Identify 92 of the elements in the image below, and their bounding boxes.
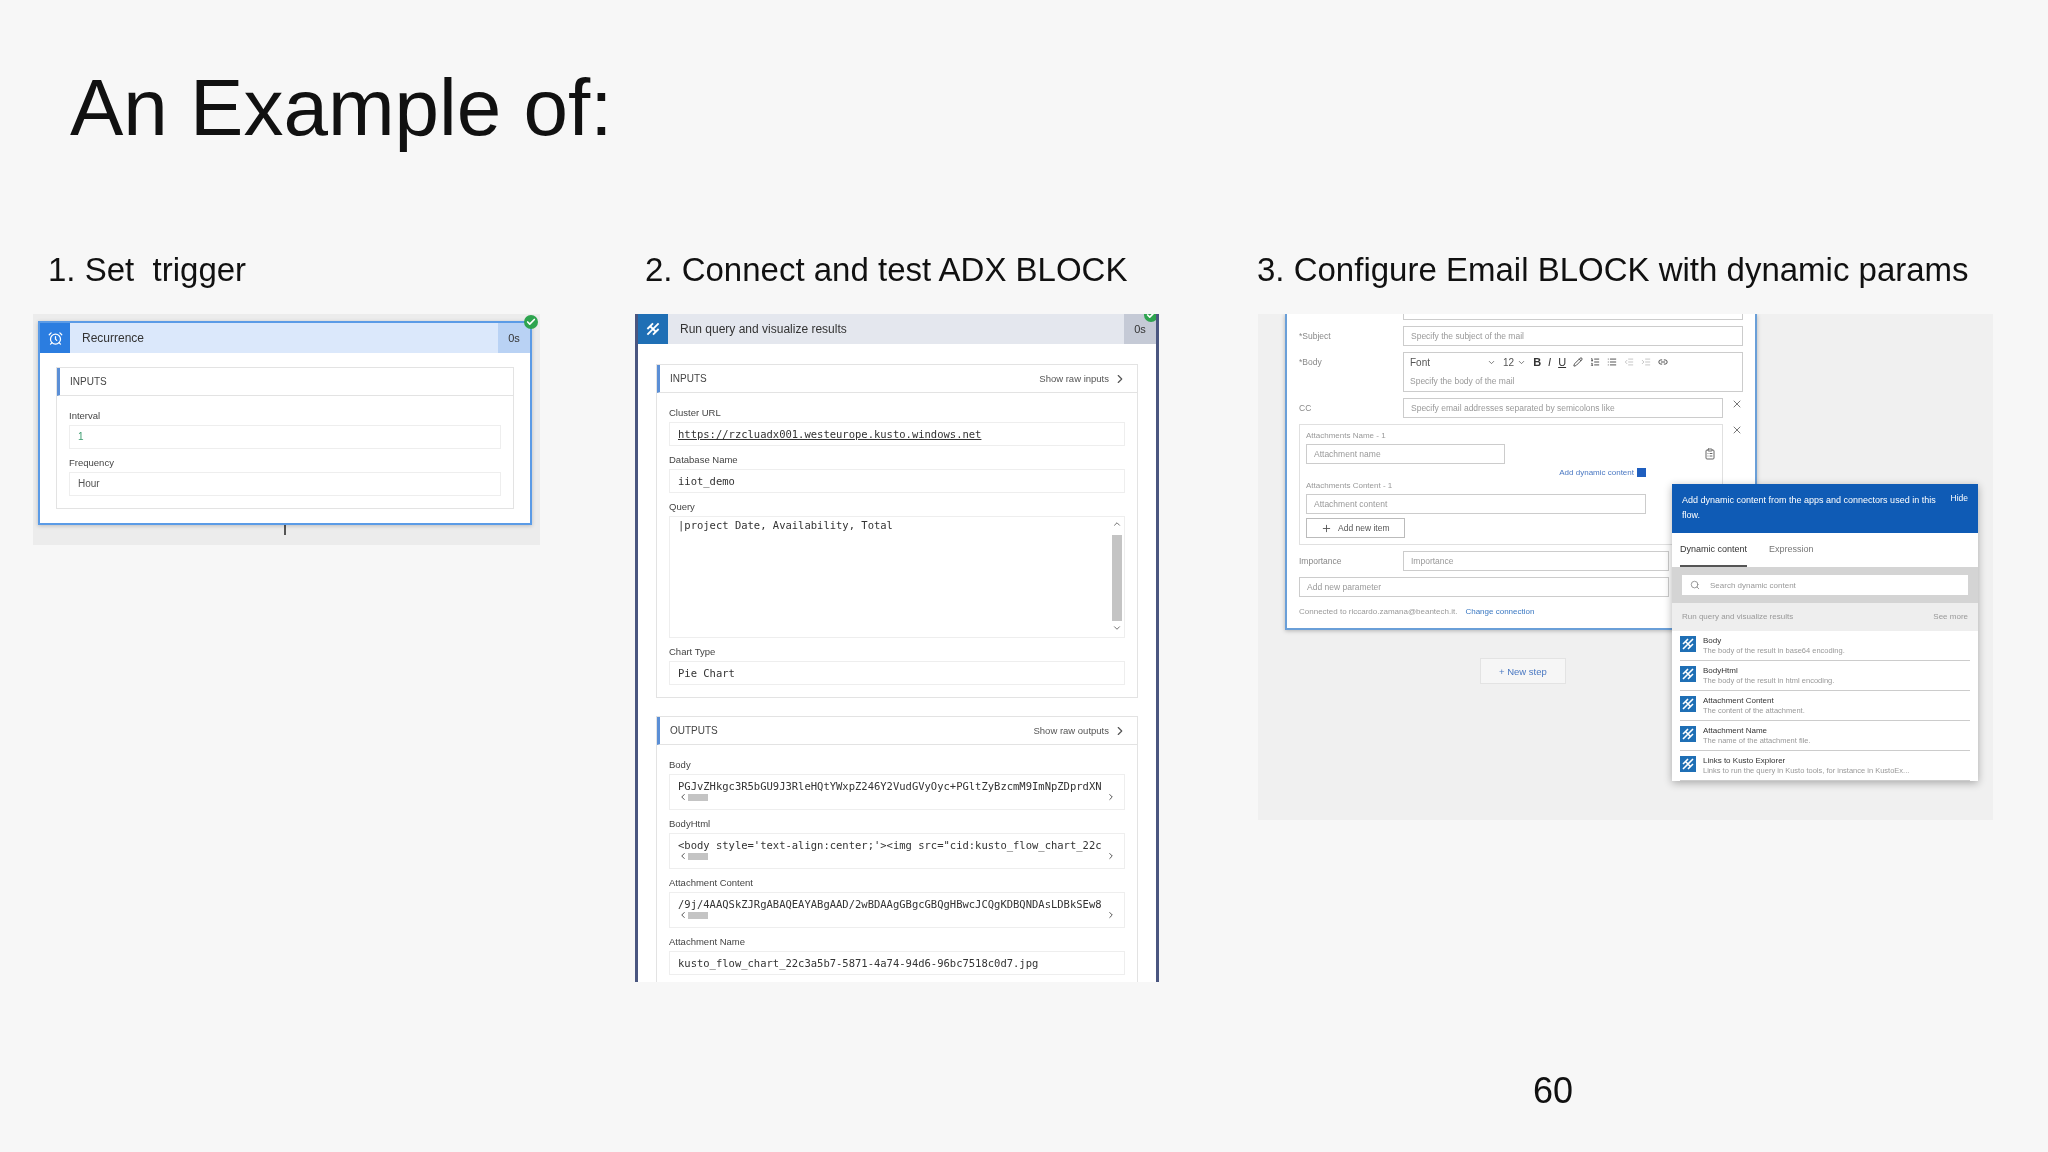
query-field[interactable]: |project Date, Availability, Total (669, 516, 1125, 638)
field-label: Cluster URL (669, 407, 722, 418)
pencil-icon[interactable] (1573, 357, 1584, 367)
add-parameter-field[interactable]: Add new parameter (1299, 577, 1669, 597)
output-field: <body style='text-align:center;'><img src="cid:kusto_flow_chart_22c (669, 833, 1125, 869)
output-field: PGJvZHkgc3R5bGU9J3RleHQtYWxpZ246Y2VudGVyOyc+PGltZyBzcmM9ImNpZDprdXN (669, 774, 1125, 810)
card-title: Recurrence (81, 330, 146, 347)
add-item-button[interactable]: Add new item (1306, 518, 1405, 538)
step-heading: 3. Configure Email BLOCK with dynamic params (1257, 250, 1970, 290)
connection-text: Connected to riccardo.zamana@beantech.it. (1299, 607, 1458, 616)
step-heading: 1. Set trigger (48, 250, 248, 290)
scrollbar-thumb[interactable] (688, 911, 708, 919)
field-label: Body (669, 759, 692, 770)
numbered-list-icon[interactable] (1590, 357, 1601, 367)
change-connection-link[interactable]: Change connection (1465, 607, 1535, 616)
kusto-icon (644, 320, 662, 338)
field-label: Interval (69, 410, 102, 421)
chevron-right-icon[interactable] (1106, 910, 1116, 920)
scrollbar-thumb[interactable] (688, 793, 708, 801)
attachment-content-field[interactable]: Attachment content (1306, 494, 1646, 514)
search-icon (1690, 580, 1700, 590)
cc-field[interactable]: Specify email addresses separated by semicolons like (1403, 398, 1723, 418)
kusto-icon (1680, 696, 1696, 712)
input-field[interactable]: Pie Chart (669, 661, 1125, 685)
body-placeholder: Specify the body of the mail (1410, 376, 1516, 388)
new-step-button[interactable]: + New step (1480, 658, 1566, 684)
input-field[interactable]: https://rzcluadx001.westeurope.kusto.windows.net (669, 422, 1125, 446)
kusto-icon (1680, 636, 1696, 652)
chevron-left-icon[interactable] (678, 851, 688, 861)
body-editor[interactable]: Font 12 B I U Specify the body of the mail (1403, 352, 1743, 392)
field-label: CC (1299, 402, 1313, 413)
step-heading: 2. Connect and test ADX BLOCK (645, 250, 1129, 290)
format-button[interactable]: I (1548, 356, 1552, 368)
chevron-up-icon[interactable] (1112, 519, 1122, 529)
format-button[interactable]: B (1533, 356, 1542, 368)
scrollbar-thumb[interactable] (1112, 535, 1122, 621)
field-label: Frequency (69, 457, 115, 468)
plus-icon (1321, 522, 1332, 534)
input-field[interactable]: 1 (69, 425, 501, 449)
input-field[interactable]: kusto_flow_chart_22c3a5b7-5871-4a74-94d6-96bc7518c0d7.jpg (669, 951, 1125, 975)
duration-label: 0s (498, 323, 530, 353)
section-title: OUTPUTS (670, 725, 718, 736)
input-field[interactable] (1403, 314, 1743, 320)
slide-title: An Example of: (70, 62, 614, 154)
chevron-right-icon[interactable] (1106, 792, 1116, 802)
field-label: Importance (1299, 555, 1343, 566)
size-select[interactable]: 12 (1503, 356, 1527, 368)
show-raw-link[interactable]: Show raw inputs (1039, 371, 1127, 386)
panel-message: Add dynamic content from the apps and connectors used in this flow. (1682, 494, 1937, 522)
panel-tab[interactable]: Expression (1769, 533, 1814, 567)
alarm-clock-icon (47, 330, 63, 346)
chevron-down-icon[interactable] (1112, 623, 1122, 633)
output-field: /9j/4AAQSkZJRgABAQEAYABgAAD/2wBDAAgGBgcGBQgHBwcJCQgKDBQNDAsLDBkSEw8 (669, 892, 1125, 928)
close-icon[interactable] (1731, 424, 1743, 436)
scrollbar-thumb[interactable] (688, 852, 708, 860)
bullet-list-icon[interactable] (1607, 357, 1618, 367)
field-label: Query (669, 501, 696, 512)
kusto-icon (1680, 726, 1696, 742)
duration-label: 0s (1124, 314, 1156, 344)
add-dynamic-content-link[interactable]: Add dynamic content (1559, 468, 1646, 477)
format-button[interactable]: U (1558, 356, 1567, 368)
chevron-left-icon[interactable] (678, 910, 688, 920)
section-title: INPUTS (670, 373, 707, 384)
kusto-icon (1680, 756, 1696, 772)
card-title: Run query and visualize results (679, 321, 848, 338)
field-label: *Subject (1299, 330, 1332, 341)
chevron-left-icon[interactable] (678, 792, 688, 802)
page-number: 60 (1533, 1070, 1574, 1111)
hide-link[interactable]: Hide (1950, 493, 1968, 523)
field-label: *Body (1299, 356, 1323, 367)
field-label: Attachment Content (669, 877, 754, 888)
importance-field[interactable]: Importance (1403, 551, 1669, 571)
subject-field[interactable]: Specify the subject of the mail (1403, 326, 1743, 346)
field-label: BodyHtml (669, 818, 712, 829)
section-title: INPUTS (70, 376, 107, 387)
clipboard-icon[interactable] (1704, 448, 1716, 460)
field-label: Attachment Name (669, 936, 747, 947)
input-field[interactable]: iiot_demo (669, 469, 1125, 493)
font-select[interactable]: Font (1410, 356, 1496, 368)
field-label: Chart Type (669, 646, 717, 657)
field-label: Database Name (669, 454, 739, 465)
chevron-right-icon[interactable] (1106, 851, 1116, 861)
input-field[interactable]: Hour (69, 472, 501, 496)
link-icon[interactable] (1658, 357, 1669, 367)
field-label: Attachments Content - 1 (1306, 481, 1394, 490)
field-label: Attachments Name - 1 (1306, 431, 1387, 440)
kusto-icon (1680, 666, 1696, 682)
attachment-name-field[interactable]: Attachment name (1306, 444, 1505, 464)
close-icon[interactable] (1731, 398, 1743, 410)
search-field[interactable]: Search dynamic content (1682, 575, 1968, 595)
group-title: Run query and visualize results (1682, 612, 1794, 621)
show-raw-link[interactable]: Show raw outputs (1033, 723, 1127, 738)
